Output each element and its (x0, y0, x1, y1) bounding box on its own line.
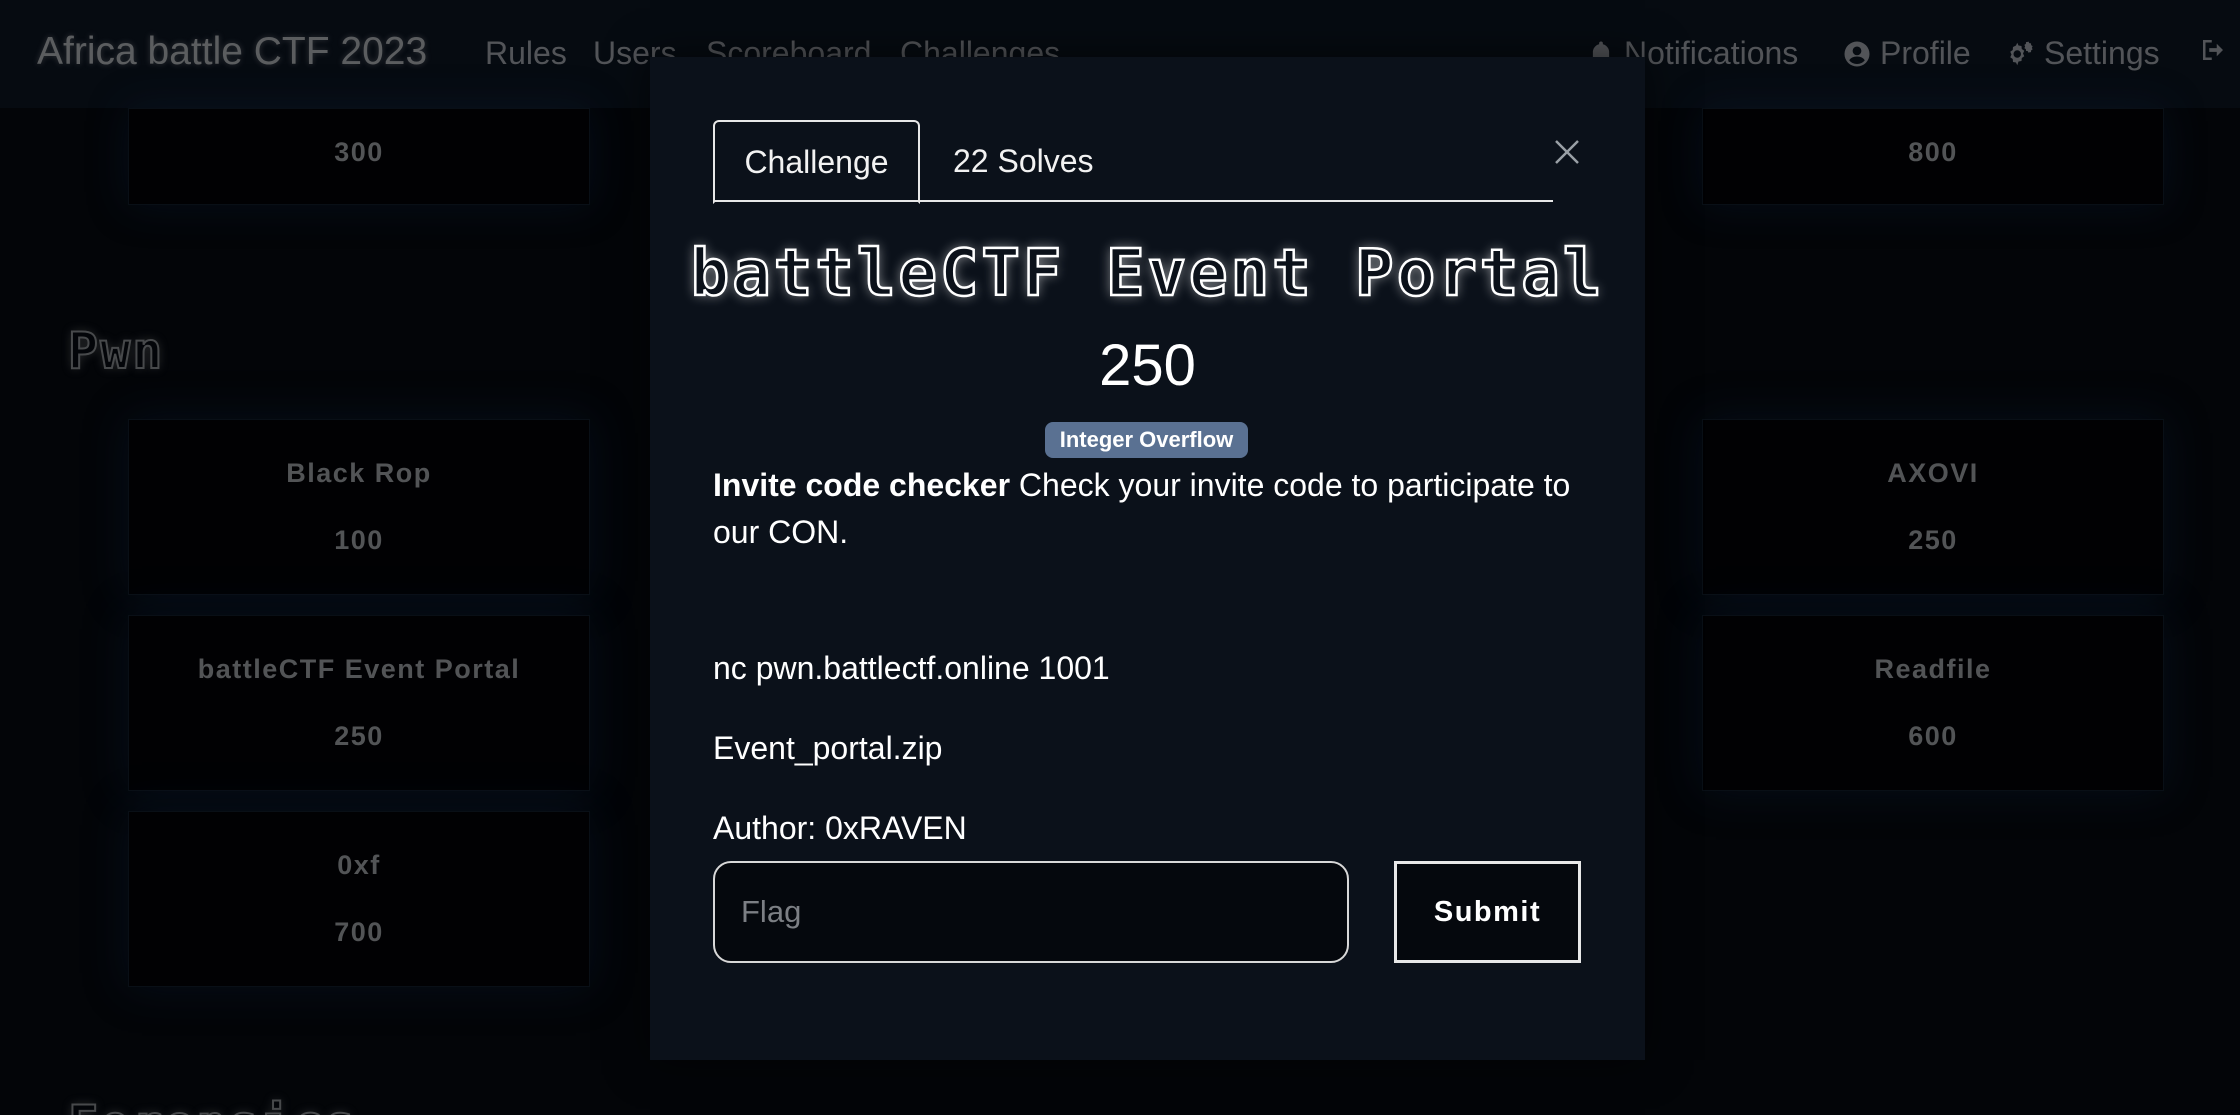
close-icon[interactable] (1552, 137, 1582, 167)
modal-tabs: Challenge 22 Solves (713, 120, 1553, 204)
challenge-tag: Integer Overflow (1045, 422, 1248, 458)
file-attachment[interactable]: Event_portal.zip (713, 725, 1593, 772)
challenge-value: 250 (1099, 333, 1196, 398)
author-info: Author: 0xRAVEN (713, 810, 967, 846)
tab-solves[interactable]: 22 Solves (953, 120, 1094, 202)
challenge-description: Invite code checker Check your invite co… (713, 462, 1593, 556)
description-bold: Invite code checker (713, 467, 1011, 503)
challenge-title: battleCTF Event Portal (689, 236, 1605, 313)
connection-info: nc pwn.battlectf.online 1001 (713, 650, 1110, 686)
flag-input[interactable] (713, 861, 1349, 963)
tab-challenge[interactable]: Challenge (713, 120, 920, 204)
challenge-modal: Challenge 22 Solves battleCTF Event Port… (650, 57, 1645, 1060)
submit-button[interactable]: Submit (1394, 861, 1581, 963)
